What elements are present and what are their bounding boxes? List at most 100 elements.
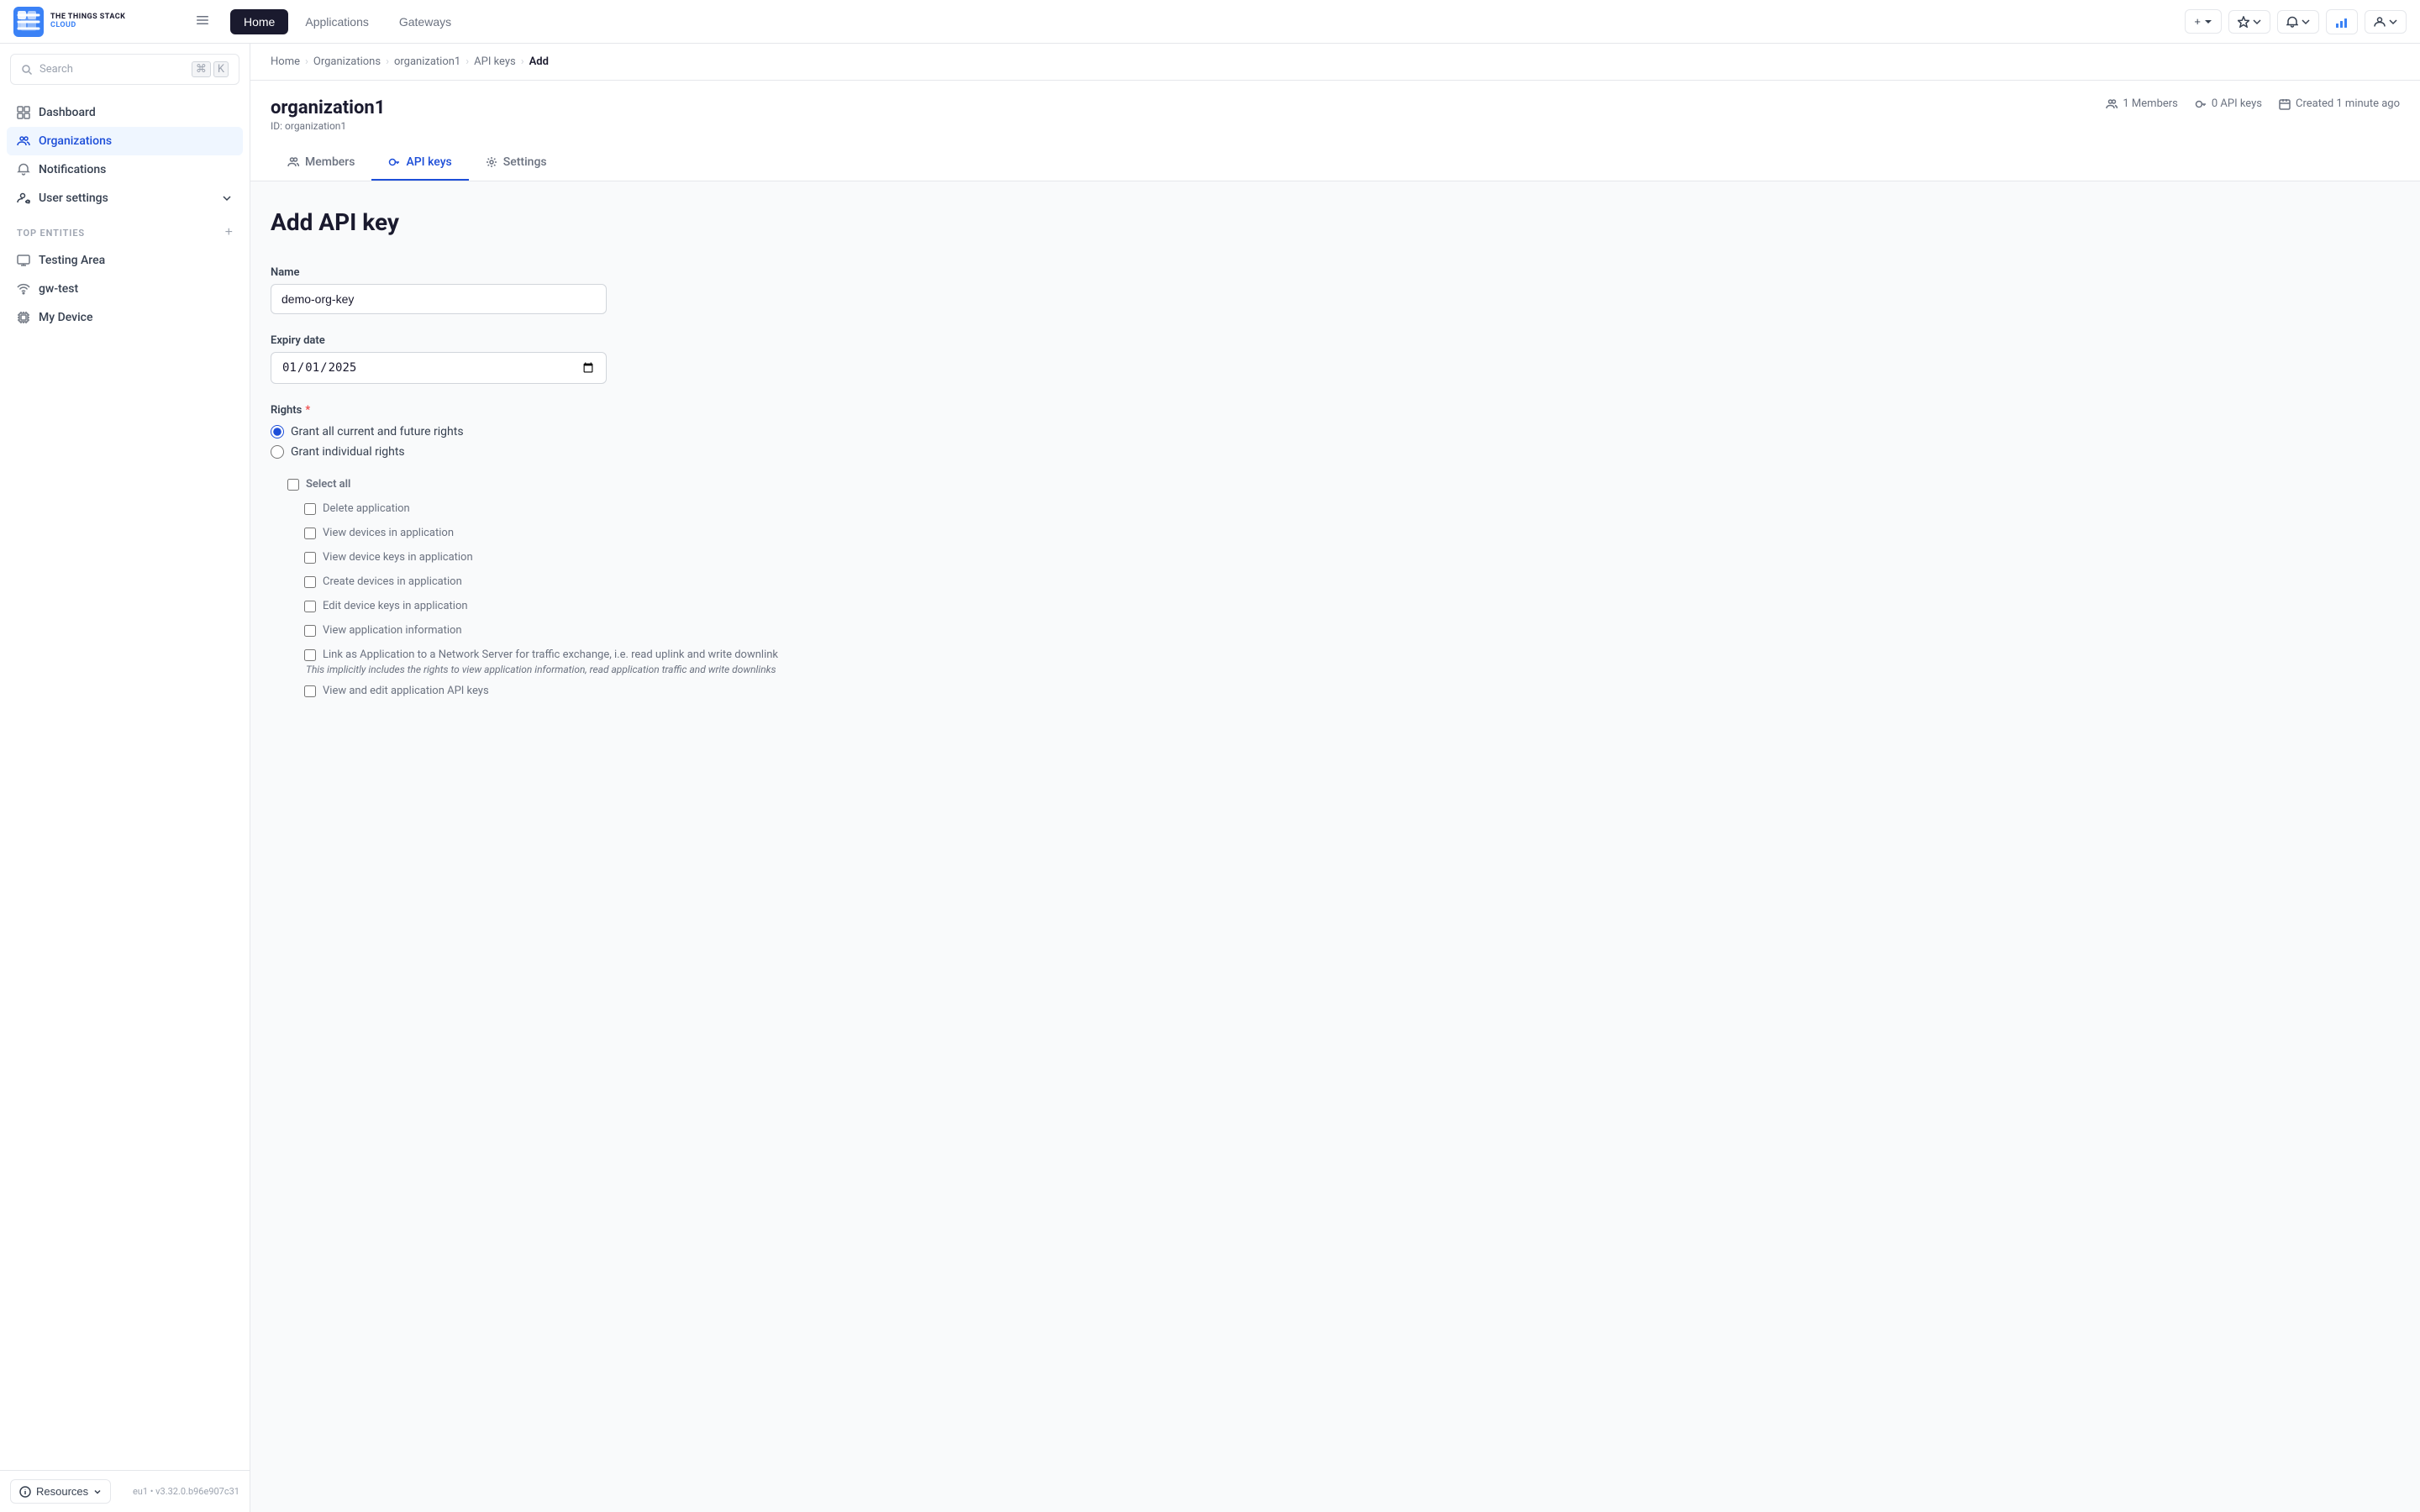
checkbox-view-app-info-label: View application information: [323, 624, 462, 637]
checkbox-delete-app-input[interactable]: [304, 503, 316, 515]
logo-text: THE THINGS STACK CLOUD: [50, 13, 125, 30]
chevron-down-icon: [221, 192, 233, 204]
resources-button[interactable]: Resources: [10, 1479, 111, 1504]
org-members-count: 1 Members: [2106, 97, 2177, 110]
sidebar-item-gw-test[interactable]: gw-test: [7, 275, 243, 303]
org-meta: 1 Members 0 API keys Created 1 minute ag…: [2106, 97, 2400, 110]
tab-home[interactable]: Home: [230, 9, 288, 34]
checkbox-view-device-keys-input[interactable]: [304, 552, 316, 564]
wifi-icon: [17, 282, 30, 296]
checkbox-view-edit-api-keys[interactable]: View and edit application API keys: [294, 679, 869, 703]
checkbox-select-all-input[interactable]: [287, 479, 299, 491]
checkbox-view-edit-api-keys-input[interactable]: [304, 685, 316, 697]
checkbox-view-devices-input[interactable]: [304, 528, 316, 539]
checkbox-view-edit-api-keys-label: View and edit application API keys: [323, 685, 489, 697]
content-area: Home › Organizations › organization1 › A…: [250, 44, 2420, 1512]
search-kbd-k: K: [213, 61, 229, 77]
rights-radio-group: Grant all current and future rights Gran…: [271, 425, 869, 459]
expiry-label: Expiry date: [271, 334, 869, 347]
star-icon: [2238, 16, 2249, 28]
checkbox-link-app-input[interactable]: [304, 649, 316, 661]
radio-all-rights-input[interactable]: [271, 425, 284, 438]
status-icon: [2335, 15, 2349, 29]
rights-label-text: Rights: [271, 404, 302, 417]
breadcrumb-bar: Home › Organizations › organization1 › A…: [250, 44, 2420, 81]
org-id: ID: organization1: [271, 120, 385, 132]
notifications-button[interactable]: [2277, 10, 2319, 34]
cpu-icon: [17, 311, 30, 324]
chevron-down-icon: [2204, 18, 2212, 26]
search-kbd-cmd: ⌘: [192, 61, 211, 77]
monitor-icon: [17, 254, 30, 267]
logo-icon: [13, 7, 44, 37]
tab-apikeys[interactable]: API keys: [371, 145, 468, 181]
sidebar-item-my-device[interactable]: My Device: [7, 303, 243, 332]
sidebar-item-dashboard-label: Dashboard: [39, 106, 96, 119]
sidebar: Search ⌘ K Dashboard Organizations Notif…: [0, 44, 250, 1512]
checkbox-edit-device-keys-input[interactable]: [304, 601, 316, 612]
logo-area: THE THINGS STACK CLOUD: [13, 7, 182, 37]
menu-toggle-button[interactable]: [192, 9, 213, 34]
tab-settings[interactable]: Settings: [469, 145, 564, 181]
sidebar-item-gw-test-label: gw-test: [39, 282, 78, 296]
breadcrumb-apikeys[interactable]: API keys: [474, 55, 516, 68]
search-icon: [21, 64, 33, 76]
checkbox-view-app-info-input[interactable]: [304, 625, 316, 637]
logo-bottom-text: CLOUD: [50, 22, 125, 30]
key-tab-icon: [388, 156, 400, 168]
sidebar-item-organizations[interactable]: Organizations: [7, 127, 243, 155]
checkbox-create-devices[interactable]: Create devices in application: [294, 570, 869, 594]
org-header: organization1 ID: organization1 1 Member…: [250, 81, 2420, 181]
search-shortcut: ⌘ K: [192, 61, 229, 77]
top-nav: THE THINGS STACK CLOUD Home Applications…: [0, 0, 2420, 44]
checkbox-create-devices-input[interactable]: [304, 576, 316, 588]
tab-applications[interactable]: Applications: [292, 9, 382, 34]
sidebar-item-testing-area-label: Testing Area: [39, 254, 105, 267]
chevron-down-icon: [2302, 18, 2310, 26]
checkbox-select-all[interactable]: Select all: [277, 472, 869, 496]
sidebar-item-notifications[interactable]: Notifications: [7, 155, 243, 184]
radio-individual-rights-input[interactable]: [271, 445, 284, 459]
calendar-icon: [2279, 98, 2291, 110]
settings-tab-icon: [486, 156, 497, 168]
breadcrumb-org1[interactable]: organization1: [394, 55, 460, 68]
sidebar-item-user-settings-label: User settings: [39, 192, 108, 205]
tab-gateways[interactable]: Gateways: [386, 9, 465, 34]
search-placeholder: Search: [39, 63, 185, 76]
checkbox-edit-device-keys-label: Edit device keys in application: [323, 600, 468, 612]
add-entity-button[interactable]: +: [225, 226, 233, 239]
tab-members[interactable]: Members: [271, 145, 371, 181]
implicit-note: This implicitly includes the rights to v…: [306, 664, 869, 675]
expiry-input[interactable]: [271, 352, 607, 384]
checkbox-view-app-info[interactable]: View application information: [294, 618, 869, 643]
breadcrumb-home[interactable]: Home: [271, 55, 300, 68]
sidebar-nav: Dashboard Organizations Notifications Us…: [0, 95, 250, 216]
checkbox-edit-device-keys[interactable]: Edit device keys in application: [294, 594, 869, 618]
sidebar-item-dashboard[interactable]: Dashboard: [7, 98, 243, 127]
checkbox-link-app-label: Link as Application to a Network Server …: [323, 648, 778, 661]
sidebar-entities: Testing Area gw-test My Device: [0, 243, 250, 335]
checkbox-view-device-keys[interactable]: View device keys in application: [294, 545, 869, 570]
checkbox-delete-app[interactable]: Delete application: [294, 496, 869, 521]
sidebar-item-testing-area[interactable]: Testing Area: [7, 246, 243, 275]
breadcrumb-current: Add: [529, 55, 549, 68]
sidebar-bottom: Resources eu1 • v3.32.0.b96e907c31: [0, 1470, 250, 1512]
users-icon: [17, 134, 30, 148]
chevron-down-icon: [2253, 18, 2261, 26]
breadcrumb-organizations[interactable]: Organizations: [313, 55, 381, 68]
sidebar-item-user-settings[interactable]: User settings: [7, 184, 243, 213]
checkbox-select-all-label: Select all: [306, 478, 350, 491]
radio-individual-rights[interactable]: Grant individual rights: [271, 445, 869, 459]
status-button[interactable]: [2326, 9, 2358, 34]
checkbox-view-devices[interactable]: View devices in application: [294, 521, 869, 545]
name-input[interactable]: [271, 284, 607, 314]
name-form-group: Name: [271, 266, 869, 314]
account-button[interactable]: [2365, 10, 2407, 34]
search-bar[interactable]: Search ⌘ K: [10, 54, 239, 85]
radio-all-rights[interactable]: Grant all current and future rights: [271, 425, 869, 438]
sidebar-item-my-device-label: My Device: [39, 311, 92, 324]
bookmarks-button[interactable]: [2228, 10, 2270, 34]
checkbox-delete-app-label: Delete application: [323, 502, 410, 515]
add-button[interactable]: +: [2185, 9, 2222, 34]
info-icon: [19, 1486, 31, 1498]
